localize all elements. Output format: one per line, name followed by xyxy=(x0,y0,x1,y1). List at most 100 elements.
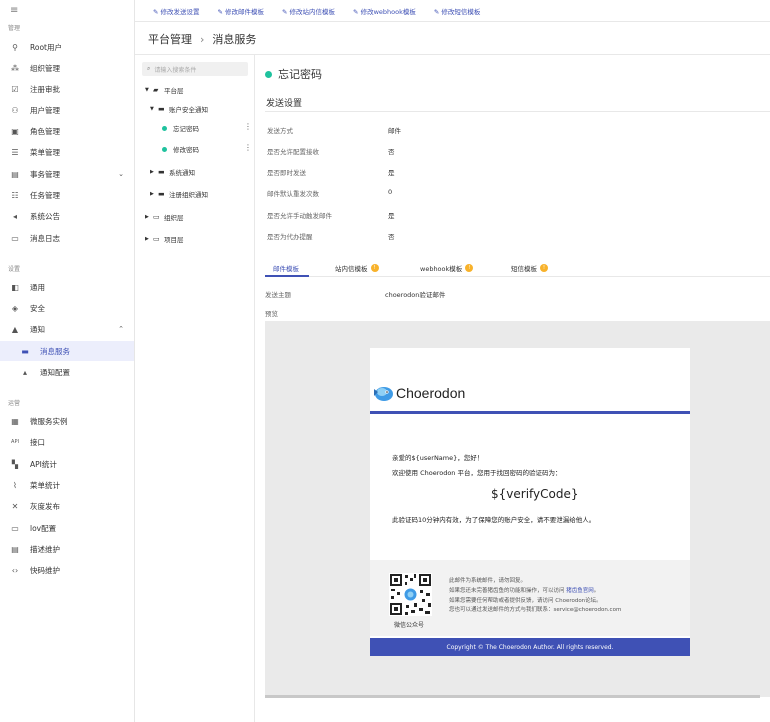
email-header-bar xyxy=(370,411,690,414)
search-icon: ⌕ xyxy=(147,65,151,72)
field-label: 是否允许手动触发邮件 xyxy=(267,212,332,220)
approval-icon: ☑ xyxy=(11,84,19,94)
field-value: 是 xyxy=(388,212,395,220)
tree-search-input[interactable]: ⌕ 请输入搜索条件 xyxy=(142,62,248,76)
sidebar-item-user[interactable]: ⚇ 用户管理 xyxy=(0,100,134,120)
tab-inbox-template[interactable]: 站内信模板! xyxy=(335,263,379,273)
sidebar-item-code[interactable]: ‹› 快码维护 xyxy=(0,560,134,580)
sidebar-item-lov[interactable]: ▭ lov配置 xyxy=(0,518,134,538)
sidebar-item-notify-config[interactable]: ▴ 通知配置 xyxy=(0,362,134,382)
sidebar-item-api[interactable]: API 接口 xyxy=(0,432,134,452)
edit-sms-template-link[interactable]: ✎ 修改短信模板 xyxy=(434,6,481,16)
field-label: 是否允许配置接收 xyxy=(267,148,319,156)
message-icon: ▬ xyxy=(158,105,165,113)
field-label: 发送方式 xyxy=(267,127,293,135)
message-log-icon: ▭ xyxy=(11,233,19,243)
folder-icon: ▭ xyxy=(153,213,160,221)
tree-node-system-notify[interactable]: ▶ ▬ 系统通知 xyxy=(150,167,195,177)
edit-webhook-template-link[interactable]: ✎ 修改webhook模板 xyxy=(353,6,416,16)
sidebar-item-message-service[interactable]: ▬ 消息服务 xyxy=(0,341,134,361)
section-ops-label: 运营 xyxy=(8,400,21,407)
breadcrumb-separator: › xyxy=(200,33,205,46)
section-manage-label: 管理 xyxy=(8,25,21,32)
more-icon[interactable]: ⋮ xyxy=(244,122,252,131)
sidebar-item-announcement[interactable]: ◂ 系统公告 xyxy=(0,206,134,226)
tree-node-account-notify[interactable]: ▼ ▬ 账户安全通知 xyxy=(150,104,208,114)
tree-node-project-layer[interactable]: ▶ ▭ 项目层 xyxy=(145,234,184,244)
email-intro: 欢迎使用 Choerodon 平台，您用于找回密码的验证码为： xyxy=(392,469,562,477)
email-note: 此验证码10分钟内有效，为了保障您的账户安全，请不要泄漏给他人。 xyxy=(392,516,596,524)
tree-node-org-layer[interactable]: ▶ ▭ 组织层 xyxy=(145,212,184,222)
official-site-link[interactable]: 猪齿鱼官网 xyxy=(566,588,594,594)
caret-down-icon: ▼ xyxy=(150,106,154,112)
sidebar-item-notification[interactable]: ▲ 通知 ⌃ xyxy=(0,319,134,339)
tree-node-register-org[interactable]: ▶ ▬ 注册组织通知 xyxy=(150,189,208,199)
tab-webhook-template[interactable]: webhook模板! xyxy=(420,263,474,273)
sidebar-item-menu-stats[interactable]: ⌇ 菜单统计 xyxy=(0,475,134,495)
template-tabs: 邮件模板 站内信模板! webhook模板! 短信模板! xyxy=(265,263,770,277)
tree-node-platform[interactable]: ▼ ▰ 平台层 xyxy=(145,85,184,95)
user-icon: ⚇ xyxy=(11,105,19,115)
tree-node-change-password[interactable]: 修改密码 xyxy=(162,144,199,154)
sidebar-item-transaction[interactable]: ▤ 事务管理 ⌄ xyxy=(0,164,134,184)
subject-label: 发送主题 xyxy=(265,291,291,299)
shield-icon: ◈ xyxy=(11,303,19,313)
field-label: 是否即时发送 xyxy=(267,169,306,177)
field-value: 否 xyxy=(388,148,395,156)
sidebar-item-organization[interactable]: ⁂ 组织管理 xyxy=(0,58,134,78)
footer-line: 如果您还未完善猪齿鱼的功能和操作，可以访问 猪齿鱼官网。 xyxy=(449,588,600,594)
field-label: 邮件默认重发次数 xyxy=(267,190,319,198)
sidebar-item-message-log[interactable]: ▭ 消息日志 xyxy=(0,228,134,248)
sidebar-item-description[interactable]: ▤ 描述维护 xyxy=(0,539,134,559)
caret-down-icon: ▼ xyxy=(145,87,149,93)
edit-inbox-template-link[interactable]: ✎ 修改站内信模板 xyxy=(282,6,335,16)
root-user-icon: ⚲ xyxy=(12,42,18,52)
task-icon: ☷ xyxy=(11,190,19,200)
warning-icon: ! xyxy=(540,264,548,272)
api-icon: API xyxy=(11,439,19,445)
more-icon[interactable]: ⋮ xyxy=(244,143,252,152)
footer-line: 您也可以通过发送邮件的方式与我们联系：service@choerodon.com xyxy=(449,607,622,613)
sidebar-item-task[interactable]: ☷ 任务管理 xyxy=(0,185,134,205)
lov-icon: ▭ xyxy=(11,523,19,533)
menu-toggle-icon[interactable]: ≡ xyxy=(10,5,18,16)
breadcrumb-root[interactable]: 平台管理 xyxy=(148,33,192,46)
status-dot xyxy=(162,125,167,131)
sidebar-item-api-stats[interactable]: ▚ API统计 xyxy=(0,454,134,474)
menu-stats-icon: ⌇ xyxy=(13,480,17,490)
notify-config-icon: ▴ xyxy=(22,367,27,377)
sidebar-item-root-user[interactable]: ⚲ Root用户 xyxy=(0,37,134,57)
sidebar-item-security[interactable]: ◈ 安全 xyxy=(0,298,134,318)
sidebar-item-gray-release[interactable]: ✕ 灰度发布 xyxy=(0,496,134,516)
chevron-up-icon: ⌃ xyxy=(118,325,124,333)
tab-email-template[interactable]: 邮件模板 xyxy=(273,263,299,273)
sidebar-item-role[interactable]: ▣ 角色管理 xyxy=(0,121,134,141)
breadcrumb: 平台管理 › 消息服务 xyxy=(148,31,256,47)
gray-release-icon: ✕ xyxy=(11,501,19,511)
announcement-icon: ◂ xyxy=(12,211,17,221)
sidebar-item-general[interactable]: ◧ 通用 xyxy=(0,277,134,297)
caret-right-icon: ▶ xyxy=(145,214,149,220)
tree-node-forgot-password[interactable]: 忘记密码 xyxy=(162,123,199,133)
edit-email-template-link[interactable]: ✎ 修改邮件模板 xyxy=(218,6,265,16)
field-value: 0 xyxy=(388,188,393,196)
preview-label: 预览 xyxy=(265,310,278,318)
top-toolbar: ✎ 修改发送设置 ✎ 修改邮件模板 ✎ 修改站内信模板 ✎ 修改webhook模… xyxy=(135,0,770,22)
folder-open-icon: ▰ xyxy=(153,86,159,94)
sidebar-item-approval[interactable]: ☑ 注册审批 xyxy=(0,79,134,99)
field-value: 否 xyxy=(388,233,395,241)
organization-icon: ⁂ xyxy=(11,63,19,73)
tab-sms-template[interactable]: 短信模板! xyxy=(511,263,548,273)
transaction-icon: ▤ xyxy=(11,169,19,179)
sidebar-item-microservice[interactable]: ▦ 微服务实例 xyxy=(0,411,134,431)
caret-right-icon: ▶ xyxy=(150,191,154,197)
choerodon-logo: Choerodon xyxy=(372,383,465,403)
role-icon: ▣ xyxy=(11,126,19,136)
copyright-bar: Copyright © The Choerodon Author. All ri… xyxy=(370,638,690,656)
edit-send-settings-link[interactable]: ✎ 修改发送设置 xyxy=(153,6,200,16)
preview-scrollbar[interactable] xyxy=(265,695,760,698)
sidebar-item-menu[interactable]: ☰ 菜单管理 xyxy=(0,142,134,162)
status-dot xyxy=(162,146,167,152)
verify-code: ${verifyCode} xyxy=(491,487,579,501)
message-icon: ▬ xyxy=(158,168,165,176)
